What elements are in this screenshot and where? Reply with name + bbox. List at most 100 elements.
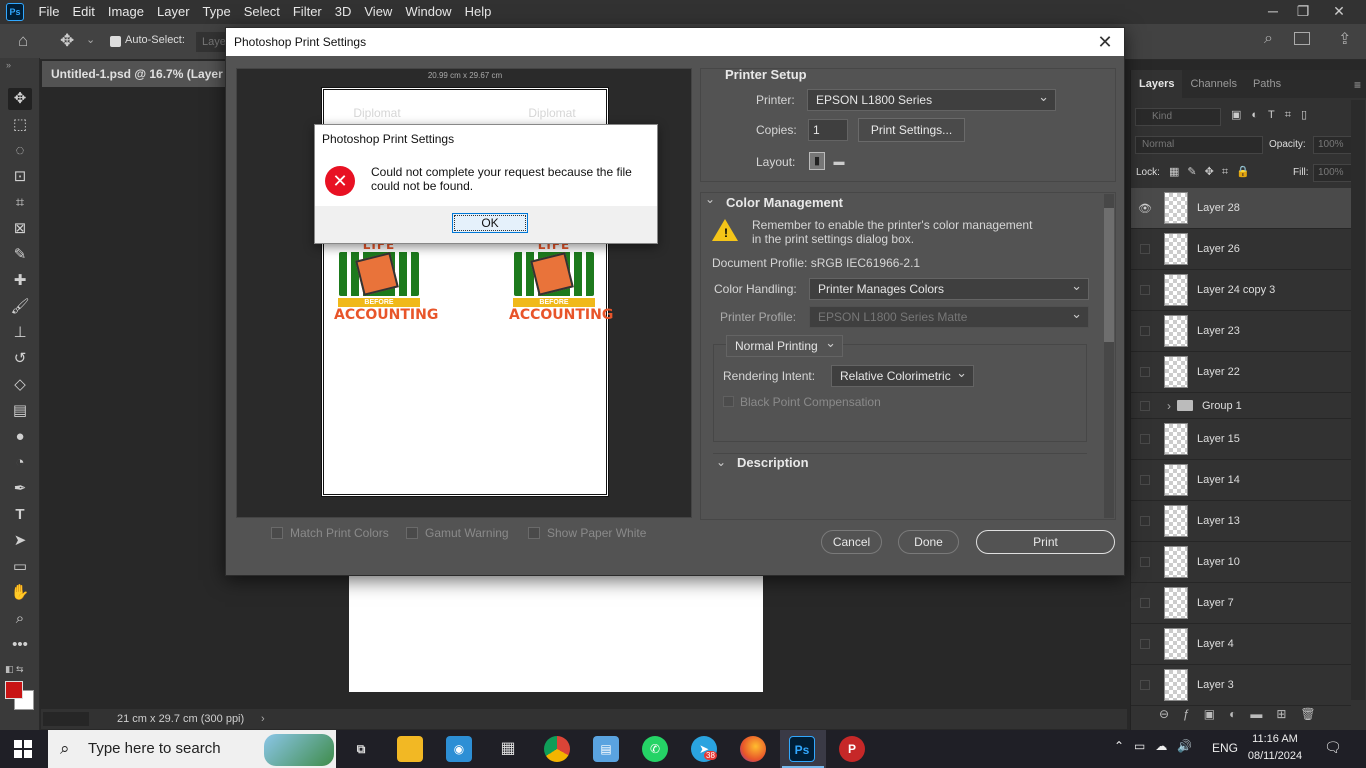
path-select-tool-icon[interactable]: ➤ bbox=[8, 530, 32, 552]
close-icon[interactable]: ✕ bbox=[1324, 0, 1354, 24]
filter-kind-dropdown[interactable]: Kind bbox=[1135, 108, 1221, 126]
menu-window[interactable]: Window bbox=[399, 0, 458, 24]
layer-row[interactable]: Layer 7 bbox=[1131, 583, 1351, 624]
ok-button[interactable]: OK bbox=[452, 213, 528, 233]
print-mode-dropdown[interactable]: Normal Printing bbox=[726, 333, 843, 357]
lasso-tool-icon[interactable]: ◌ bbox=[8, 140, 32, 162]
visibility-toggle[interactable] bbox=[1140, 367, 1150, 377]
black-point-checkbox[interactable] bbox=[723, 396, 734, 407]
move-tool-icon[interactable]: ✥ bbox=[60, 31, 74, 51]
menu-help[interactable]: Help bbox=[458, 0, 498, 24]
default-colors-icon[interactable]: ◧ ⇆ bbox=[5, 664, 24, 675]
document-tab[interactable]: Untitled-1.psd @ 16.7% (Layer 28 bbox=[42, 61, 242, 87]
clock-time[interactable]: 11:16 AM bbox=[1244, 733, 1306, 745]
task-view-icon[interactable]: ⧉ bbox=[348, 736, 374, 762]
dodge-tool-icon[interactable]: ◔ bbox=[8, 452, 32, 474]
layer-row[interactable]: Layer 26 bbox=[1131, 229, 1351, 270]
visibility-toggle[interactable] bbox=[1140, 475, 1150, 485]
panel-footer-icons[interactable]: ⊖ƒ▣◐▬⊞🗑 bbox=[1159, 707, 1330, 721]
history-brush-tool-icon[interactable]: ↺ bbox=[8, 348, 32, 370]
tab-layers[interactable]: Layers bbox=[1131, 70, 1183, 98]
portrait-icon[interactable]: ▮ bbox=[809, 152, 825, 170]
zoom-field[interactable] bbox=[43, 712, 89, 726]
file-explorer-icon[interactable] bbox=[397, 736, 423, 762]
layer-row[interactable]: Layer 13 bbox=[1131, 501, 1351, 542]
brush-tool-icon[interactable]: 🖌 bbox=[8, 296, 32, 318]
visibility-toggle[interactable] bbox=[1140, 400, 1150, 411]
match-print-colors-checkbox[interactable]: Match Print Colors bbox=[271, 526, 389, 540]
chevron-down-icon[interactable]: ⌄ bbox=[716, 455, 726, 469]
foreground-color-swatch[interactable] bbox=[5, 681, 23, 699]
lock-icons[interactable]: ▦✎✥⌗🔒 bbox=[1169, 165, 1258, 179]
landscape-icon[interactable]: ▬ bbox=[831, 154, 847, 170]
calculator-icon[interactable]: ▦ bbox=[495, 736, 521, 762]
restore-icon[interactable]: ❐ bbox=[1288, 0, 1318, 24]
whatsapp-icon[interactable]: ✆ bbox=[642, 736, 668, 762]
gradient-tool-icon[interactable]: ▤ bbox=[8, 400, 32, 422]
rectangle-tool-icon[interactable]: ▭ bbox=[8, 556, 32, 578]
eraser-tool-icon[interactable]: ◇ bbox=[8, 374, 32, 396]
color-handling-dropdown[interactable]: Printer Manages Colors bbox=[809, 276, 1089, 300]
layer-row[interactable]: Layer 3 bbox=[1131, 665, 1351, 706]
menu-image[interactable]: Image bbox=[101, 0, 150, 24]
move-tool-icon[interactable]: ✥ bbox=[8, 88, 32, 110]
document-canvas[interactable] bbox=[349, 576, 763, 692]
windows-start-icon[interactable] bbox=[14, 740, 32, 758]
chevron-down-icon[interactable]: ⌄ bbox=[705, 192, 715, 206]
visibility-toggle[interactable] bbox=[1140, 285, 1150, 295]
stamp-tool-icon[interactable]: ⊥ bbox=[8, 322, 32, 344]
layer-row[interactable]: Layer 4 bbox=[1131, 624, 1351, 665]
layers-scrollbar[interactable] bbox=[1351, 100, 1365, 700]
cancel-button[interactable]: Cancel bbox=[821, 530, 882, 554]
menu-type[interactable]: Type bbox=[196, 0, 237, 24]
layer-group-row[interactable]: › Group 1 bbox=[1131, 393, 1351, 419]
layer-row[interactable]: Layer 23 bbox=[1131, 311, 1351, 352]
blur-tool-icon[interactable]: ● bbox=[8, 426, 32, 448]
gamut-warning-checkbox[interactable]: Gamut Warning bbox=[406, 526, 509, 540]
menu-edit[interactable]: Edit bbox=[66, 0, 101, 24]
crop-tool-icon[interactable]: ⌗ bbox=[8, 192, 32, 214]
printer-dropdown[interactable]: EPSON L1800 Series bbox=[807, 87, 1056, 111]
layer-row[interactable]: Layer 22 bbox=[1131, 352, 1351, 393]
share-icon[interactable]: ⇪ bbox=[1338, 29, 1351, 49]
tab-paths[interactable]: Paths bbox=[1245, 70, 1289, 98]
visibility-toggle[interactable] bbox=[1140, 434, 1150, 444]
menu-layer[interactable]: Layer bbox=[151, 0, 197, 24]
tab-channels[interactable]: Channels bbox=[1182, 70, 1244, 98]
more-tools-icon[interactable]: ••• bbox=[8, 634, 32, 656]
menu-file[interactable]: File bbox=[32, 0, 66, 24]
photoshop-taskbar-icon[interactable]: Ps bbox=[789, 736, 815, 762]
collapse-icon[interactable]: » bbox=[6, 60, 11, 70]
notification-icon[interactable]: 🗨 bbox=[1324, 739, 1342, 756]
clock-date[interactable]: 08/11/2024 bbox=[1244, 750, 1306, 762]
minimize-icon[interactable]: ─ bbox=[1258, 0, 1288, 24]
scrollbar-thumb[interactable] bbox=[1104, 208, 1114, 342]
eye-icon[interactable]: 👁 bbox=[1131, 202, 1159, 215]
marquee-tool-icon[interactable]: ⬚ bbox=[8, 114, 32, 136]
print-settings-button[interactable]: Print Settings... bbox=[858, 118, 965, 142]
auto-select-dropdown[interactable]: Layer bbox=[196, 32, 226, 52]
chevron-right-icon[interactable]: › bbox=[261, 709, 265, 729]
menu-3d[interactable]: 3D bbox=[328, 0, 358, 24]
layer-row[interactable]: Layer 15 bbox=[1131, 419, 1351, 460]
eyedropper-tool-icon[interactable]: ✎ bbox=[8, 244, 32, 266]
blend-mode-dropdown[interactable]: Normal bbox=[1135, 136, 1263, 154]
panel-menu-icon[interactable]: ≡ bbox=[1354, 78, 1361, 92]
quick-select-tool-icon[interactable]: ⊡ bbox=[8, 166, 32, 188]
auto-select-checkbox[interactable] bbox=[110, 36, 121, 47]
visibility-toggle[interactable] bbox=[1140, 326, 1150, 336]
visibility-toggle[interactable] bbox=[1140, 598, 1150, 608]
printer-profile-dropdown[interactable]: EPSON L1800 Series Matte bbox=[809, 304, 1089, 328]
language-indicator[interactable]: ENG bbox=[1212, 741, 1238, 755]
menu-select[interactable]: Select bbox=[237, 0, 286, 24]
type-tool-icon[interactable]: T bbox=[8, 504, 32, 526]
close-icon[interactable]: ✕ bbox=[1092, 30, 1118, 54]
layer-row[interactable]: Layer 14 bbox=[1131, 460, 1351, 501]
workspace-icon[interactable] bbox=[1294, 32, 1310, 45]
layer-row[interactable]: Layer 10 bbox=[1131, 542, 1351, 583]
pen-tool-icon[interactable]: ✒ bbox=[8, 478, 32, 500]
search-icon[interactable]: ⌕ bbox=[1264, 30, 1273, 48]
visibility-toggle[interactable] bbox=[1140, 557, 1150, 567]
psiphon-icon[interactable]: P bbox=[839, 736, 865, 762]
camera-app-icon[interactable]: ◉ bbox=[446, 736, 472, 762]
